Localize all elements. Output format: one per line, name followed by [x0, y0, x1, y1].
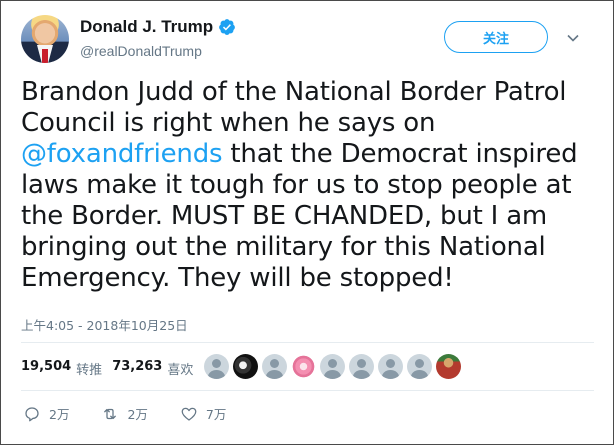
liker-avatar[interactable]	[262, 354, 287, 379]
reply-icon	[25, 406, 39, 421]
retweets-stat[interactable]: 19,504 转推	[21, 359, 102, 378]
liker-avatar[interactable]	[320, 354, 345, 379]
tweet-timestamp[interactable]: 上午4:05 - 2018年10月25日	[21, 315, 188, 334]
divider-bottom	[21, 390, 594, 391]
retweets-count: 19,504	[21, 359, 72, 374]
liker-avatar[interactable]	[204, 354, 229, 379]
engagement-stats: 19,504 转推 73,263 喜欢	[21, 359, 193, 378]
retweets-label: 转推	[76, 363, 103, 378]
tweet-text: Brandon Judd of the National Border Patr…	[21, 77, 601, 294]
tweet-text-start: Brandon Judd of the National Border Patr…	[21, 77, 567, 138]
follow-button[interactable]: 关注	[444, 21, 548, 53]
liker-avatars	[204, 354, 461, 379]
liker-avatar[interactable]	[291, 354, 316, 379]
verified-badge-icon	[219, 19, 236, 35]
reply-action[interactable]: 2万	[23, 404, 69, 423]
likes-count: 73,263	[112, 359, 163, 374]
reply-count: 2万	[49, 407, 70, 422]
divider-top	[21, 342, 594, 343]
liker-avatar[interactable]	[436, 354, 461, 379]
mention-link[interactable]: @foxandfriends	[21, 139, 223, 169]
tweet-card: Donald J. Trump @realDonaldTrump 关注 Bran…	[0, 0, 614, 445]
liker-avatar[interactable]	[407, 354, 432, 379]
liker-avatar[interactable]	[349, 354, 374, 379]
retweet-count: 2万	[127, 407, 148, 422]
liker-avatar[interactable]	[378, 354, 403, 379]
likes-stat[interactable]: 73,263 喜欢	[112, 359, 193, 378]
chevron-down-icon[interactable]	[566, 31, 580, 45]
likes-label: 喜欢	[167, 363, 194, 378]
retweet-icon	[104, 408, 117, 419]
display-name[interactable]: Donald J. Trump	[80, 17, 213, 37]
like-action[interactable]: 7万	[180, 404, 226, 423]
retweet-action[interactable]: 2万	[101, 404, 148, 423]
profile-avatar[interactable]	[21, 15, 69, 63]
action-bar: 2万 2万 7万	[23, 404, 258, 423]
avatar-tie	[42, 49, 48, 63]
heart-icon	[181, 407, 197, 421]
like-count: 7万	[205, 407, 227, 422]
user-handle[interactable]: @realDonaldTrump	[80, 43, 202, 59]
display-name-row[interactable]: Donald J. Trump	[80, 17, 236, 37]
liker-avatar[interactable]	[233, 354, 258, 379]
